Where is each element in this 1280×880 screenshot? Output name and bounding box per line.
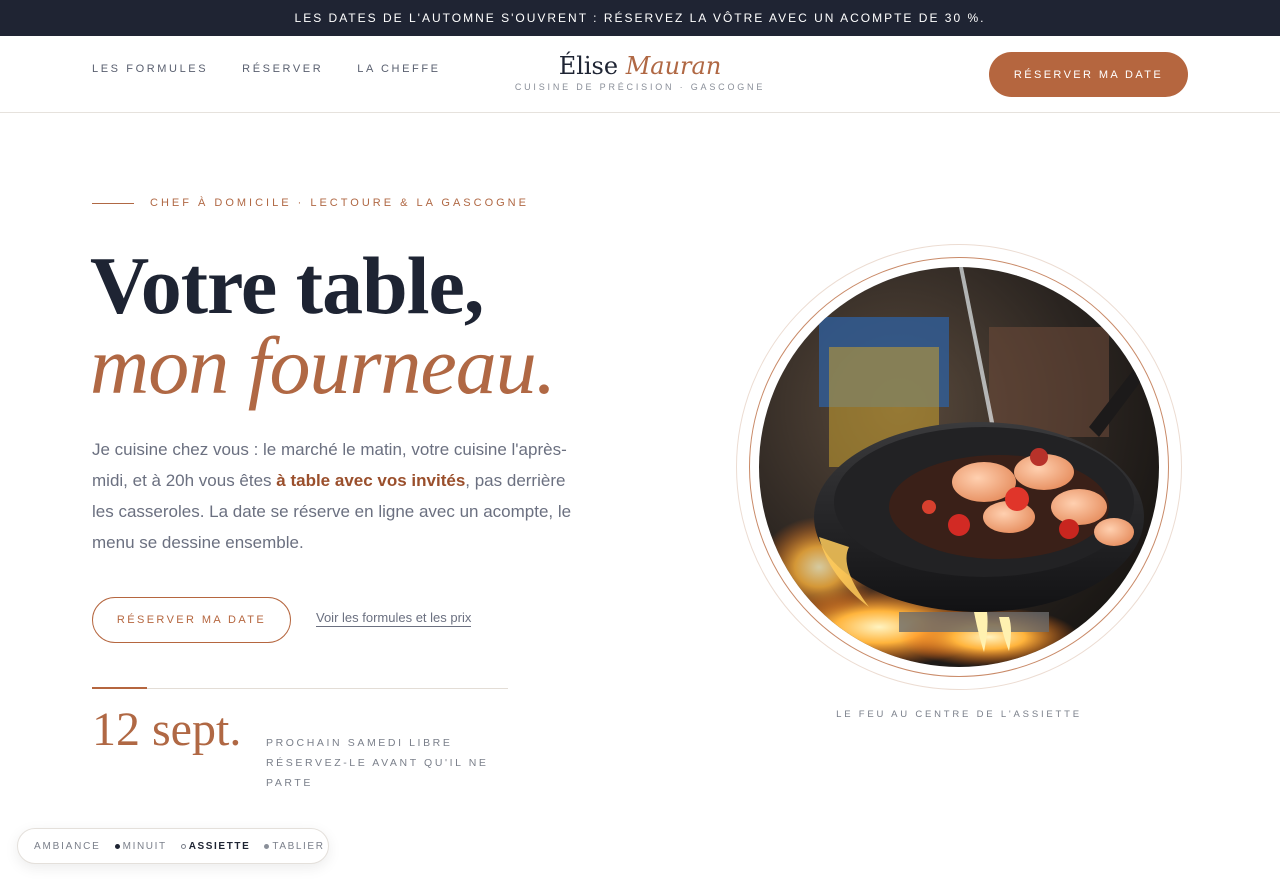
header-reserve-button[interactable]: RÉSERVER MA DATE [989,52,1188,97]
brand-first-name: Élise [558,52,619,80]
hero-reserve-button[interactable]: RÉSERVER MA DATE [92,597,291,643]
ambiance-option-minuit[interactable]: MINUIT [114,840,167,852]
assiette-dot-icon [180,843,186,849]
ambiance-switcher: AMBIANCE MINUIT ASSIETTE TABLIER [17,828,329,864]
hero-lede: Je cuisine chez vous : le marché le mati… [92,434,582,558]
eyebrow-text: CHEF À DOMICILE · LECTOURE & LA GASCOGNE [150,197,529,209]
site-header: LES FORMULES RÉSERVER LA CHEFFE Élise Ma… [0,36,1280,113]
next-date-divider-accent [92,687,147,689]
minuit-dot-icon [114,843,120,849]
pan-on-fire-photo [759,267,1159,667]
next-date-note: PROCHAIN SAMEDI LIBRE RÉSERVEZ-LE AVANT … [266,733,496,793]
brand-last-name: Mauran [625,52,722,80]
ambiance-option-label: ASSIETTE [188,840,251,852]
hero-photo-frame [736,244,1182,690]
ambiance-option-tablier[interactable]: TABLIER [264,841,324,852]
next-available-date: 12 sept. [92,703,242,756]
formules-prices-link[interactable]: Voir les formules et les prix [316,610,472,627]
ambiance-option-label: TABLIER [272,840,325,852]
ambiance-option-assiette[interactable]: ASSIETTE [180,840,251,852]
announcement-text: LES DATES DE L'AUTOMNE S'OUVRENT : RÉSER… [294,11,986,25]
photo-caption: LE FEU AU CENTRE DE L'ASSIETTE [836,709,1082,720]
hero-eyebrow: CHEF À DOMICILE · LECTOURE & LA GASCOGNE [92,197,529,209]
announcement-bar: LES DATES DE L'AUTOMNE S'OUVRENT : RÉSER… [0,0,1280,36]
next-date-divider [92,688,508,689]
lede-highlight: à table avec vos invités [276,471,466,490]
ambiance-option-label: MINUIT [122,840,167,852]
ambiance-label: AMBIANCE [34,840,101,852]
next-date-note-line2: RÉSERVEZ-LE AVANT QU'IL NE PARTE [266,757,489,789]
next-date-note-line1: PROCHAIN SAMEDI LIBRE [266,737,453,749]
eyebrow-rule [92,202,134,204]
tablier-dot-icon [264,843,270,849]
hero-title-line2: mon fourneau. [90,320,556,411]
